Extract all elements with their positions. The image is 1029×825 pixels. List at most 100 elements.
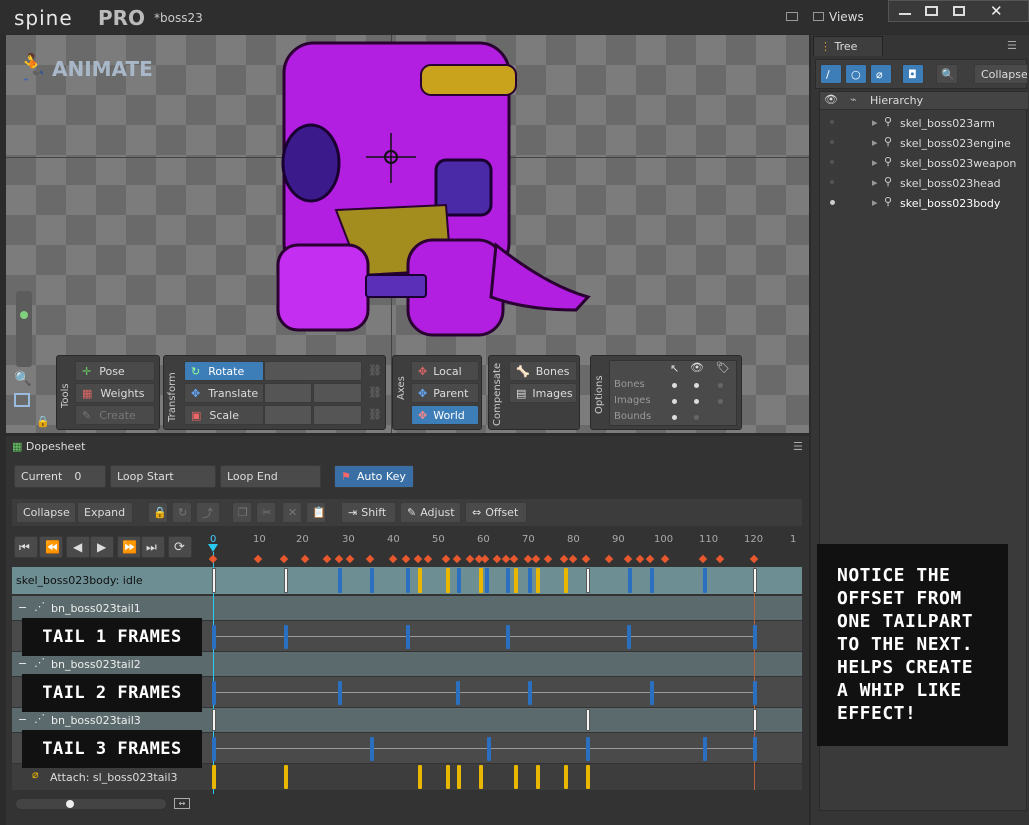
keyframe-t3-4[interactable] <box>703 737 707 761</box>
keyframe-root-5[interactable] <box>564 568 568 593</box>
loop-keys-button[interactable]: ↻ <box>172 502 192 523</box>
shift-button[interactable]: ⇥ Shift <box>341 502 396 523</box>
translate-link-icon[interactable]: ⛓ <box>368 386 382 399</box>
keyframe-root-1[interactable] <box>284 568 288 593</box>
keyframe-at-1[interactable] <box>284 765 288 789</box>
options-images-name-dot[interactable] <box>718 399 723 404</box>
visibility-dot[interactable] <box>830 180 834 184</box>
visibility-dot[interactable] <box>830 160 834 164</box>
close-icon[interactable]: ✕ <box>990 2 1003 20</box>
zoom-slider[interactable] <box>16 291 32 367</box>
options-images-select-dot[interactable] <box>672 399 677 404</box>
create-button[interactable]: ✎ Create <box>75 405 155 425</box>
tree-item-weapon[interactable]: ▸ ⚲ skel_boss023weapon <box>820 154 1028 172</box>
keyframe-t1-1[interactable] <box>284 625 288 649</box>
keyframe-root-2[interactable] <box>479 568 483 593</box>
tail2-collapse-icon[interactable]: − <box>18 657 27 670</box>
keyframe-root-3[interactable] <box>457 568 461 593</box>
compensate-images-button[interactable]: ▤ Images <box>509 383 577 403</box>
keyframe-t1-4[interactable] <box>627 625 631 649</box>
lock-keys-button[interactable]: 🔒 <box>148 502 168 523</box>
expand-arrow-icon[interactable]: ▸ <box>872 136 878 149</box>
tree-bone-filter-button[interactable]: / <box>820 64 842 84</box>
keyframe-at-7[interactable] <box>536 765 540 789</box>
keyframe-t2-5[interactable] <box>753 681 757 705</box>
play-reverse-button[interactable]: ◀ <box>66 536 90 558</box>
keyframe-root-6[interactable] <box>528 568 532 593</box>
paste-button[interactable]: 📋 <box>306 502 326 523</box>
lock-icon[interactable]: 🔒 <box>36 415 50 428</box>
keyframe-at-4[interactable] <box>457 765 461 789</box>
options-bounds-visible-dot[interactable] <box>694 415 699 420</box>
keyframe-t3-5[interactable] <box>753 737 757 761</box>
keyframe-root-3[interactable] <box>514 568 518 593</box>
prev-key-button[interactable]: ⏪ <box>39 536 63 558</box>
loop-button[interactable]: ⟳ <box>168 536 192 558</box>
dopesheet-menu-icon[interactable]: ☰ <box>793 440 803 453</box>
keyframe-t3-1[interactable] <box>370 737 374 761</box>
translate-button[interactable]: ✥ Translate <box>184 383 264 403</box>
expand-arrow-icon[interactable]: ▸ <box>872 116 878 129</box>
expand-arrow-icon[interactable]: ▸ <box>872 196 878 209</box>
rotate-link-icon[interactable]: ⛓ <box>368 364 382 377</box>
scale-x-field[interactable] <box>264 405 312 425</box>
tree-focus-button[interactable]: ◘ <box>902 64 924 84</box>
tree-menu-icon[interactable]: ☰ <box>1007 39 1017 52</box>
keyframe-root-1[interactable] <box>446 568 450 593</box>
keyframe-root-0[interactable] <box>212 568 216 593</box>
keyframe-at-8[interactable] <box>564 765 568 789</box>
maximize-icon[interactable] <box>925 6 938 16</box>
first-frame-button[interactable]: ⏮ <box>14 536 38 558</box>
scale-link-icon[interactable]: ⛓ <box>368 408 382 421</box>
keyframe-t1-3[interactable] <box>506 625 510 649</box>
tree-search-button[interactable]: 🔍 <box>936 64 958 84</box>
keyframe-t3-2[interactable] <box>487 737 491 761</box>
local-axes-button[interactable]: ✥ Local <box>411 361 479 381</box>
rotate-value-field[interactable] <box>264 361 362 381</box>
translate-x-field[interactable] <box>264 383 312 403</box>
keyframe-t1-5[interactable] <box>753 625 757 649</box>
tree-attachment-filter-button[interactable]: ⌀ <box>870 64 892 84</box>
options-bones-visible-dot[interactable] <box>694 383 699 388</box>
keyframe-t3h-2[interactable] <box>753 709 757 731</box>
tree-collapse-button[interactable]: Collapse <box>974 64 1028 84</box>
tree-item-head[interactable]: ▸ ⚲ skel_boss023head <box>820 174 1028 192</box>
keyframe-at-3[interactable] <box>446 765 450 789</box>
translate-y-field[interactable] <box>313 383 362 403</box>
keyframe-root-3[interactable] <box>586 568 590 593</box>
keyframe-root-9[interactable] <box>703 568 707 593</box>
current-frame-field[interactable]: Current 0 <box>14 465 106 488</box>
keyframe-at-6[interactable] <box>514 765 518 789</box>
weights-button[interactable]: ▦ Weights <box>75 383 155 403</box>
keyframe-root-2[interactable] <box>753 568 757 593</box>
keyframe-t2-1[interactable] <box>338 681 342 705</box>
cut-button[interactable]: ✂ <box>256 502 276 523</box>
tree-item-arm[interactable]: ▸ ⚲ skel_boss023arm <box>820 114 1028 132</box>
viewport[interactable]: 🏃 ANIMATE 🔍 🔒 Tools ✛ Pose ▦ Weights ✎ Crea… <box>6 35 809 433</box>
dopesheet-tab[interactable]: ▦ Dopesheet <box>8 438 98 456</box>
copy-button[interactable]: ❐ <box>232 502 252 523</box>
loop-end-field[interactable]: Loop End <box>220 465 321 488</box>
parent-axes-button[interactable]: ✥ Parent <box>411 383 479 403</box>
keyframe-t3h-1[interactable] <box>586 709 590 731</box>
keyframe-t2-2[interactable] <box>456 681 460 705</box>
options-bones-select-dot[interactable] <box>672 383 677 388</box>
scale-button[interactable]: ▣ Scale <box>184 405 264 425</box>
tree-item-engine[interactable]: ▸ ⚲ skel_boss023engine <box>820 134 1028 152</box>
character-boss[interactable] <box>266 35 596 345</box>
keyframe-t1-2[interactable] <box>406 625 410 649</box>
tree-slot-filter-button[interactable]: ○ <box>845 64 867 84</box>
tree-item-body[interactable]: ▸ ⚲ skel_boss023body <box>820 194 1028 212</box>
keyframe-at-9[interactable] <box>586 765 590 789</box>
minimize-icon[interactable] <box>899 13 911 15</box>
auto-key-button[interactable]: ⚑ Auto Key <box>334 465 414 488</box>
keyframe-root-5[interactable] <box>506 568 510 593</box>
delete-button[interactable]: ✕ <box>282 502 302 523</box>
keyframe-t1-0[interactable] <box>212 625 216 649</box>
keyframe-root-0[interactable] <box>418 568 422 593</box>
expand-button[interactable]: Expand <box>77 502 133 523</box>
expand-arrow-icon[interactable]: ▸ <box>872 156 878 169</box>
restore-icon[interactable] <box>953 6 965 16</box>
options-images-visible-dot[interactable] <box>694 399 699 404</box>
last-frame-button[interactable]: ⏭ <box>141 536 165 558</box>
